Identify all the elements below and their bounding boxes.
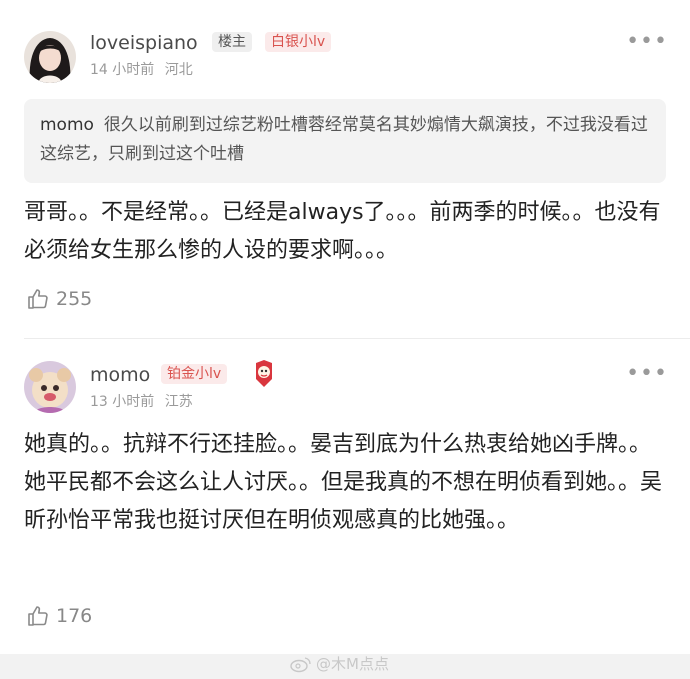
comment-1: loveispiano 楼主 白银小lv 14 小时前 河北 ••• momo 很… <box>0 0 690 338</box>
comment-meta: 13 小时前 江苏 <box>90 393 193 411</box>
like-button[interactable]: 176 <box>26 603 92 629</box>
comment-meta: 14 小时前 河北 <box>90 61 193 79</box>
like-button[interactable]: 255 <box>26 286 92 312</box>
comment-time: 14 小时前 <box>90 62 155 78</box>
medal-icon <box>252 359 276 389</box>
level-badge[interactable]: 铂金小lv <box>161 364 228 384</box>
quoted-username[interactable]: momo <box>40 115 94 135</box>
watermark-text: @木M点点 <box>316 655 389 673</box>
comment-location: 河北 <box>164 62 193 78</box>
avatar-photo <box>24 361 76 413</box>
level-badge[interactable]: 白银小lv <box>265 32 332 52</box>
like-count: 255 <box>56 288 93 310</box>
more-icon[interactable]: ••• <box>626 363 668 385</box>
comment-body: 她真的。。抗辩不行还挂脸。。晏吉到底为什么热衷给她凶手牌。。她平民都不会这么让人… <box>24 432 663 533</box>
comment-2: momo 铂金小lv 13 小时前 江苏 ••• 她真的。。抗辩不行还挂脸。。晏… <box>0 339 690 654</box>
avatar-photo <box>24 31 76 83</box>
username[interactable]: loveispiano <box>90 31 198 55</box>
comment-time: 13 小时前 <box>90 394 155 410</box>
quoted-text: 很久以前刷到过综艺粉吐槽蓉经常莫名其妙煽情大飙演技，不过我没看过这综艺，只刷到过… <box>40 115 648 164</box>
owner-badge: 楼主 <box>212 32 252 52</box>
like-count: 176 <box>56 605 93 627</box>
avatar[interactable] <box>24 361 76 413</box>
comment-location: 江苏 <box>164 394 193 410</box>
username[interactable]: momo <box>90 363 150 387</box>
quoted-comment[interactable]: momo 很久以前刷到过综艺粉吐槽蓉经常莫名其妙煽情大飙演技，不过我没看过这综艺，… <box>24 99 666 183</box>
more-icon[interactable]: ••• <box>626 31 668 53</box>
avatar[interactable] <box>24 31 76 83</box>
watermark: @木M点点 <box>290 653 389 674</box>
weibo-icon <box>290 656 311 672</box>
thumb-up-icon <box>28 289 48 309</box>
comment-body: 哥哥。。不是经常。。已经是always了。。。前两季的时候。。也没有必须给女生那… <box>24 200 661 263</box>
thumb-up-icon <box>28 606 48 626</box>
